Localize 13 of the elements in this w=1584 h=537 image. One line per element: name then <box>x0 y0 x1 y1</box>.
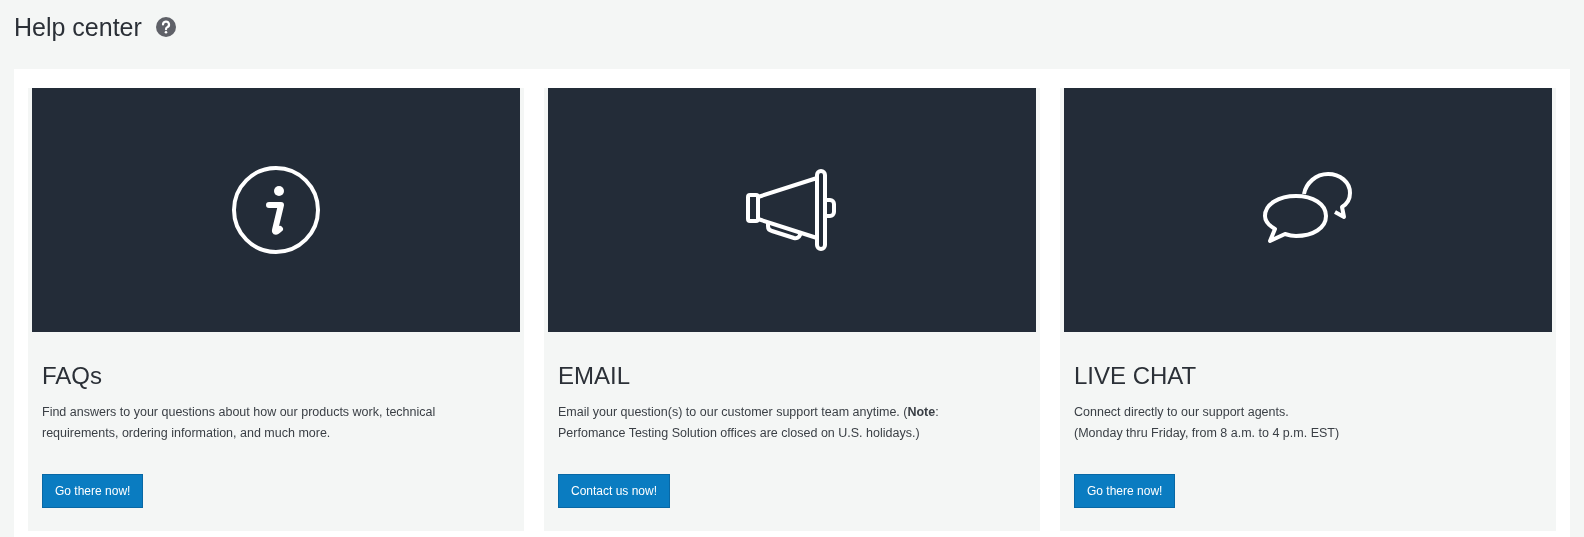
card-title: EMAIL <box>558 362 631 390</box>
action-button[interactable]: Go there now! <box>42 474 144 508</box>
card-title: FAQs <box>42 362 102 390</box>
info-icon <box>231 165 321 255</box>
help-icon[interactable] <box>155 17 176 37</box>
card-description: Find answers to your questions about how our products work, technical requirements, ordering information, and much more. <box>42 404 437 442</box>
page-title: Help center <box>14 12 142 42</box>
action-button[interactable]: Go there now! <box>1074 474 1176 508</box>
card-description: Email your question(s) to our customer support team anytime. (Note: Perfomance Testing Solution offices are closed on U.S. holidays.) <box>558 404 940 442</box>
action-button[interactable]: Contact us now! <box>558 474 671 508</box>
card-description: Connect directly to our support agents. (Monday thru Friday, from 8 a.m. to 4 p.m. EST) <box>1074 404 1340 442</box>
megaphone-icon <box>746 169 838 251</box>
card-title: LIVE CHAT <box>1074 362 1197 390</box>
